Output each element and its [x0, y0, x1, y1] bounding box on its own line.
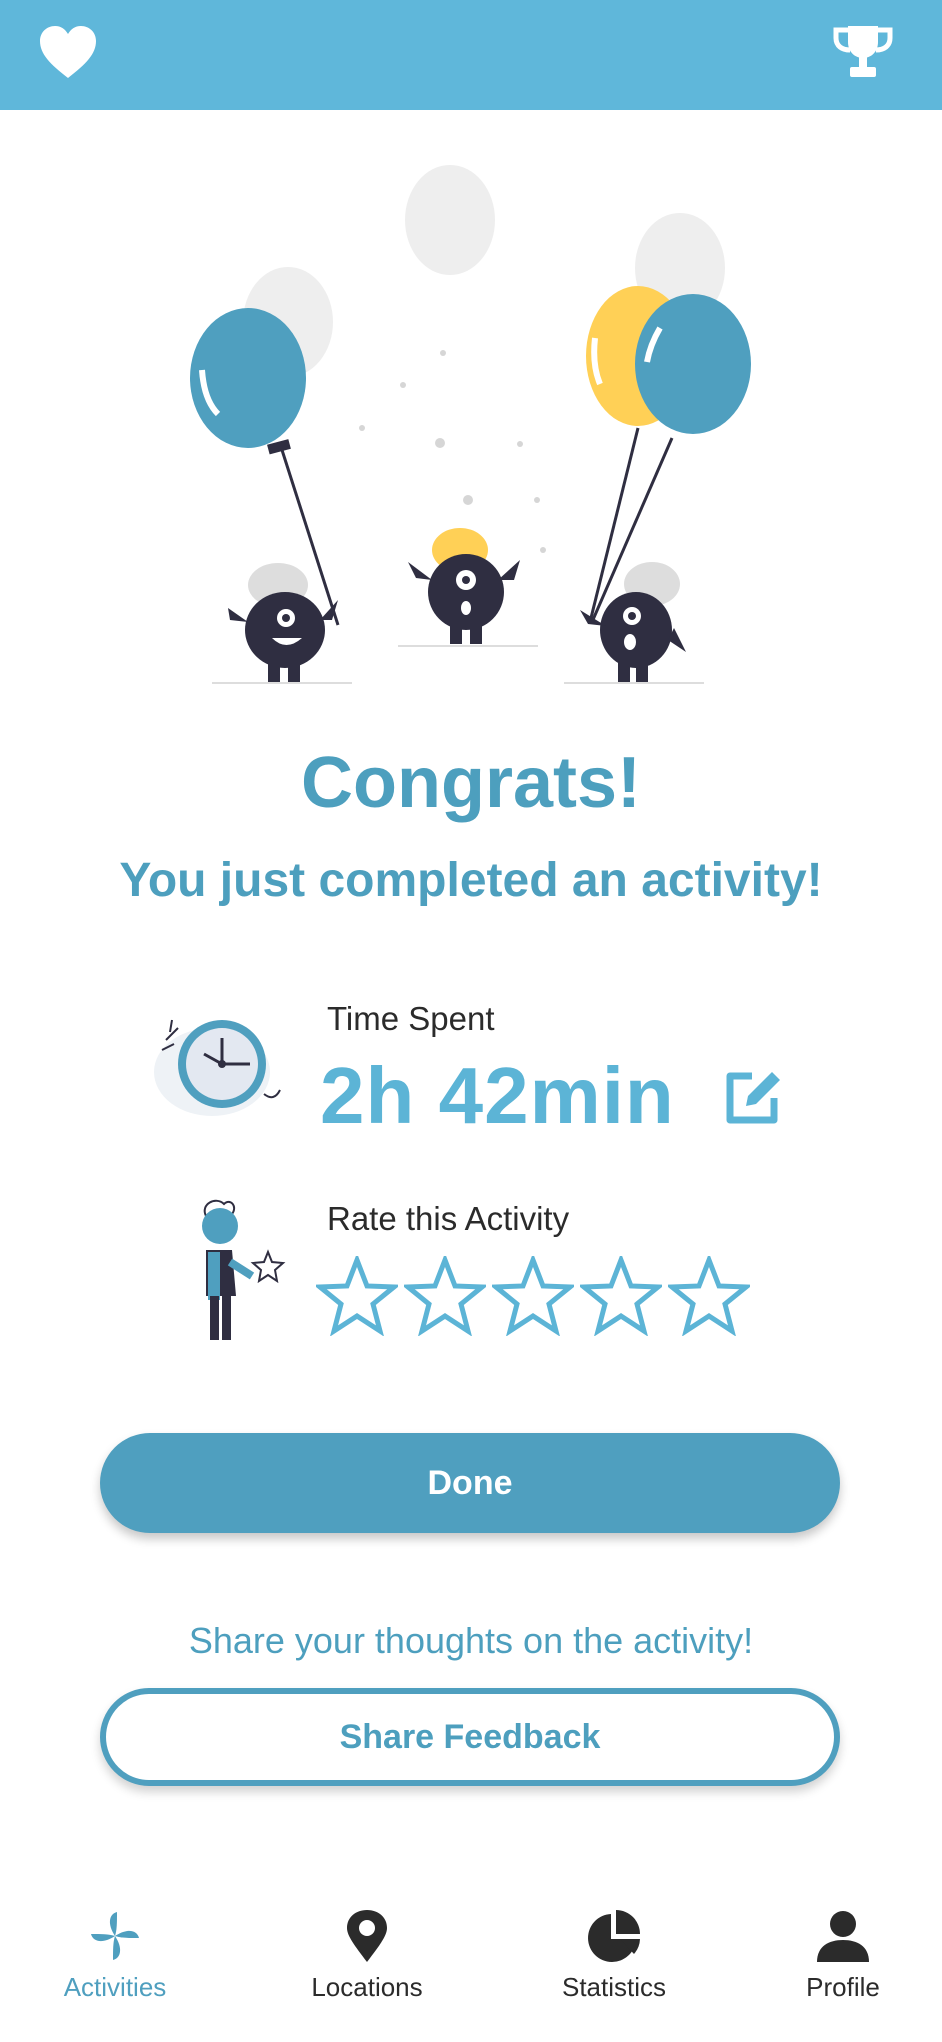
nav-label: Locations: [311, 1972, 423, 2002]
nav-item-profile[interactable]: Profile: [743, 1900, 942, 2042]
balloon-grey: [405, 165, 495, 275]
star-icon[interactable]: [580, 1256, 662, 1336]
balloon-blue: [635, 294, 751, 434]
rate-activity-label: Rate this Activity: [327, 1200, 570, 1237]
clock-illustration: [154, 1019, 281, 1116]
done-button[interactable]: Done: [100, 1433, 840, 1533]
star-icon[interactable]: [668, 1256, 750, 1336]
monster-left: [228, 563, 338, 682]
map-pin-icon: [347, 1910, 387, 1962]
top-bar: [0, 0, 942, 110]
edit-icon[interactable]: [722, 1066, 786, 1126]
bottom-nav: Activities Locations Statistics Profile: [0, 1900, 942, 2042]
star-icon[interactable]: [316, 1256, 398, 1336]
user-icon: [817, 1911, 869, 1962]
nav-label: Statistics: [561, 1972, 667, 2002]
confetti: [359, 350, 546, 553]
pinwheel-icon: [91, 1912, 139, 1960]
monster-right: [580, 562, 686, 682]
share-feedback-button[interactable]: Share Feedback: [100, 1688, 840, 1786]
nav-item-activities[interactable]: Activities: [15, 1900, 215, 2042]
celebration-illustration: [190, 165, 751, 684]
nav-item-statistics[interactable]: Statistics: [514, 1900, 714, 2042]
heart-icon[interactable]: [38, 24, 98, 80]
time-spent-label: Time Spent: [327, 1000, 495, 1037]
completion-subtitle: You just completed an activity!: [119, 854, 823, 907]
nav-label: Activities: [63, 1972, 167, 2002]
nav-item-locations[interactable]: Locations: [267, 1900, 467, 2042]
person-with-star-illustration: [202, 1199, 286, 1340]
star-icon[interactable]: [492, 1256, 574, 1336]
trophy-icon[interactable]: [832, 24, 894, 80]
monster-middle: [408, 528, 520, 644]
time-spent-value: 2h 42min: [320, 1051, 675, 1140]
balloon-blue: [190, 308, 306, 448]
star-rating: [316, 1256, 752, 1336]
pie-chart-icon: [588, 1910, 640, 1962]
share-caption: Share your thoughts on the activity!: [188, 1620, 754, 1661]
nav-label: Profile: [806, 1972, 880, 2002]
congrats-title: Congrats!: [301, 743, 641, 823]
star-icon[interactable]: [404, 1256, 486, 1336]
